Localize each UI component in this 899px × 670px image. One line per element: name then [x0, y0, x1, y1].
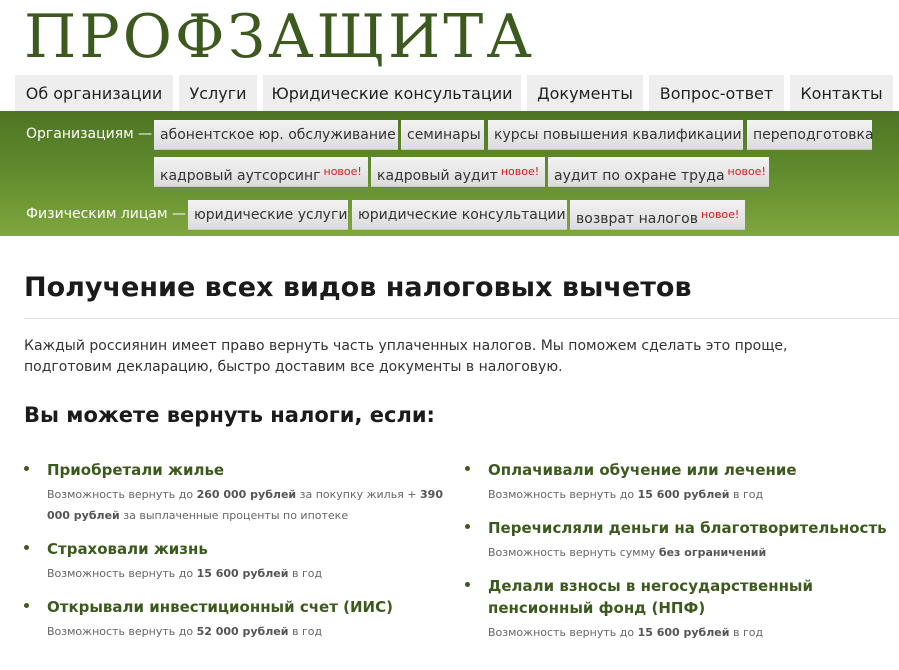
chip-labor-safety-audit[interactable]: аудит по охране труда новое! — [548, 157, 769, 187]
benefit-title: Делали взносы в негосударственный пенсио… — [488, 577, 814, 617]
chip-label: семинары — [407, 127, 481, 143]
chip-label: переподготовка — [753, 127, 874, 143]
benefit-education-medical: Оплачивали обучение или лечение Возможно… — [465, 459, 895, 505]
chip-legal-consultations[interactable]: юридические консультации — [352, 200, 567, 230]
nav-tab-documents[interactable]: Документы — [527, 75, 643, 112]
nav-tab-services[interactable]: Услуги — [179, 75, 257, 112]
benefit-description: Возможность вернуть до 15 600 рублей в г… — [47, 567, 323, 580]
chip-label: абонентское юр. обслуживание — [160, 127, 396, 143]
benefit-title: Приобретали жилье — [47, 461, 225, 479]
benefit-title: Перечисляли деньги на благотворительност… — [488, 519, 887, 537]
chip-hr-audit[interactable]: кадровый аудит новое! — [371, 157, 545, 187]
new-badge: новое! — [500, 165, 540, 178]
benefit-npf: Делали взносы в негосударственный пенсио… — [465, 575, 835, 643]
sub-nav-bar: Организациям — абонентское юр. обслужива… — [0, 111, 899, 236]
benefit-iis: Открывали инвестиционный счет (ИИС) Возм… — [24, 596, 444, 642]
benefit-description: Возможность вернуть до 52 000 рублей в г… — [47, 625, 323, 638]
chip-label: кадровый аудит — [377, 168, 498, 184]
page-title: Получение всех видов налоговых вычетов — [24, 272, 692, 303]
bullet-icon — [24, 603, 29, 608]
sub-nav-label-individuals: Физическим лицам — — [26, 206, 187, 222]
chip-label: юридические услуги — [194, 207, 348, 223]
new-badge: новое! — [323, 165, 362, 178]
main-nav: Об организации Услуги Юридические консул… — [0, 75, 899, 112]
benefit-title: Открывали инвестиционный счет (ИИС) — [47, 598, 393, 616]
bullet-icon — [465, 524, 470, 529]
nav-tab-about[interactable]: Об организации — [15, 75, 173, 112]
benefit-life-insurance: Страховали жизнь Возможность вернуть до … — [24, 538, 444, 584]
bullet-icon — [24, 545, 29, 550]
chip-subscription-legal[interactable]: абонентское юр. обслуживание — [154, 120, 398, 150]
chip-label: кадровый аутсорсинг — [160, 168, 321, 184]
benefit-housing: Приобретали жилье Возможность вернуть до… — [24, 459, 444, 526]
nav-tab-legal-consult[interactable]: Юридические консультации — [263, 75, 521, 112]
new-badge: новое! — [727, 165, 766, 178]
benefit-description: Возможность вернуть до 15 600 рублей в г… — [488, 626, 764, 639]
bullet-icon — [465, 466, 470, 471]
chip-tax-return[interactable]: возврат налогов новое! — [570, 200, 745, 230]
bullet-icon — [465, 582, 470, 587]
chip-label: аудит по охране труда — [554, 168, 725, 184]
benefit-description: Возможность вернуть до 260 000 рублей за… — [47, 488, 443, 522]
site-logo[interactable]: ПРОФЗАЩИТА — [24, 2, 535, 72]
benefit-title: Страховали жизнь — [47, 540, 208, 558]
benefit-title: Оплачивали обучение или лечение — [488, 461, 797, 479]
new-badge: новое! — [701, 208, 740, 221]
bullet-icon — [24, 466, 29, 471]
chip-label: курсы повышения квалификации — [494, 127, 742, 143]
chip-legal-services[interactable]: юридические услуги — [188, 200, 348, 230]
chip-qualification-courses[interactable]: курсы повышения квалификации — [488, 120, 743, 150]
sub-nav-label-organizations: Организациям — — [26, 126, 153, 142]
chip-retraining[interactable]: переподготовка — [747, 120, 874, 150]
chip-label: возврат налогов — [576, 211, 699, 227]
chip-label: юридические консультации — [358, 207, 566, 223]
nav-tab-contacts[interactable]: Контакты — [790, 75, 893, 112]
section-subtitle: Вы можете вернуть налоги, если: — [24, 403, 435, 427]
intro-text: Каждый россиянин имеет право вернуть час… — [24, 338, 788, 375]
title-divider — [24, 318, 899, 319]
chip-hr-outsourcing[interactable]: кадровый аутсорсинг новое! — [154, 157, 368, 187]
chip-seminars[interactable]: семинары — [401, 120, 484, 150]
benefit-charity: Перечисляли деньги на благотворительност… — [465, 517, 895, 563]
benefit-description: Возможность вернуть сумму без ограничени… — [488, 546, 767, 559]
benefit-description: Возможность вернуть до 15 600 рублей в г… — [488, 488, 764, 501]
nav-tab-faq[interactable]: Вопрос-ответ — [649, 75, 784, 112]
